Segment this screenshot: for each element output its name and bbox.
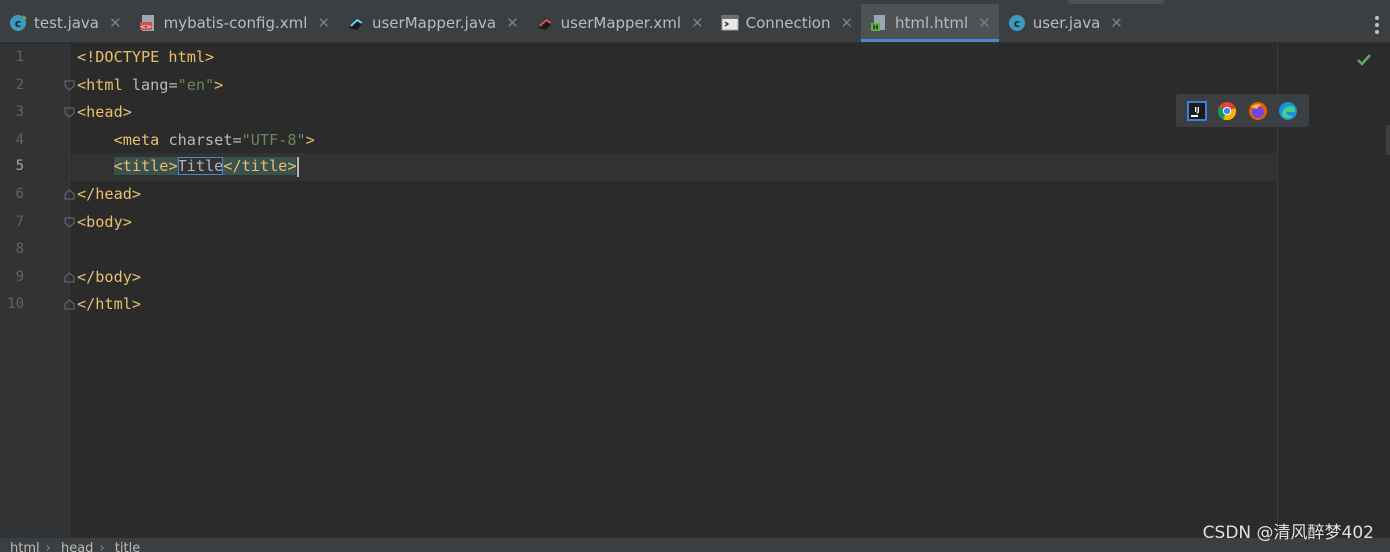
string-token: "en": [177, 75, 215, 94]
java-class-icon: c: [9, 14, 27, 32]
code-text[interactable]: <body>: [77, 209, 132, 237]
tab-mybatis-config-xml[interactable]: <> mybatis-config.xml ✕: [130, 4, 338, 42]
firefox-icon[interactable]: [1248, 101, 1268, 121]
line-number: 4: [15, 131, 24, 148]
breadcrumb: html › head › title: [0, 538, 1390, 552]
close-icon[interactable]: ✕: [506, 14, 519, 32]
fold-marker-icon[interactable]: [64, 107, 75, 118]
text-caret: [297, 156, 300, 177]
more-tabs-icon[interactable]: [1374, 16, 1380, 34]
tab-label: Connection: [745, 14, 831, 32]
intellij-icon[interactable]: IJ: [1187, 100, 1208, 121]
close-icon[interactable]: ✕: [978, 14, 991, 32]
console-icon: [721, 14, 739, 32]
code-text[interactable]: </body>: [77, 264, 141, 292]
line-number: 10: [7, 296, 24, 312]
tab-label: user.java: [1032, 14, 1101, 32]
tag-token: <meta: [113, 130, 169, 149]
line-number: 8: [15, 241, 24, 257]
breadcrumb-separator: ›: [45, 541, 51, 552]
fold-end-marker-icon[interactable]: [64, 271, 75, 283]
close-icon[interactable]: ✕: [317, 14, 330, 32]
code-line-current[interactable]: 5 <title>Title</title>: [0, 153, 1390, 181]
edge-icon[interactable]: [1278, 101, 1298, 121]
code-text[interactable]: </head>: [77, 181, 141, 209]
code-text[interactable]: <title>Title</title>: [77, 153, 300, 181]
editor-tab-bar: c test.java ✕ <> mybatis-config.xml ✕ us…: [0, 4, 1390, 43]
tab-user-java[interactable]: c user.java ✕: [999, 4, 1131, 42]
doctype-token: <!DOCTYPE html>: [77, 48, 215, 66]
fold-end-marker-icon[interactable]: [64, 299, 75, 310]
breadcrumb-item-html[interactable]: html: [10, 541, 40, 552]
code-line[interactable]: 4 <meta charset="UTF-8">: [0, 127, 1390, 155]
close-icon[interactable]: ✕: [840, 14, 853, 32]
line-number: 2: [15, 76, 24, 93]
code-line[interactable]: 10 </html>: [0, 291, 1390, 319]
code-line[interactable]: 8: [0, 236, 1390, 264]
string-token: "UTF-8": [241, 130, 306, 149]
attr-token: lang=: [131, 75, 178, 94]
line-number: 9: [15, 268, 24, 285]
breadcrumb-item-head[interactable]: head: [61, 541, 93, 552]
svg-text:c: c: [15, 17, 22, 30]
tag-token: <head>: [77, 103, 132, 121]
tag-token: >: [305, 130, 315, 149]
line-number: 3: [15, 104, 24, 120]
tag-token: </html>: [77, 295, 142, 313]
svg-text:<>: <>: [140, 23, 152, 31]
code-line[interactable]: 1 <!DOCTYPE html>: [0, 44, 1390, 72]
breadcrumb-separator: ›: [99, 541, 105, 552]
java-class-icon: c: [1008, 14, 1026, 32]
code-text[interactable]: <!DOCTYPE html>: [77, 44, 214, 72]
close-icon[interactable]: ✕: [1110, 14, 1123, 32]
xml-file-icon: <>: [139, 14, 157, 32]
code-line[interactable]: 9 </body>: [0, 264, 1390, 292]
tab-label: userMapper.xml: [560, 14, 682, 32]
svg-text:c: c: [1013, 17, 1020, 30]
code-line[interactable]: 6 </head>: [0, 181, 1390, 209]
code-text[interactable]: <html lang="en">: [77, 72, 223, 100]
matched-tag-token: </title>: [223, 157, 297, 175]
chrome-icon[interactable]: [1217, 101, 1237, 121]
fold-marker-icon[interactable]: [64, 217, 75, 228]
close-icon[interactable]: ✕: [691, 14, 704, 32]
line-number: 5: [15, 158, 24, 174]
tag-token: <body>: [77, 212, 132, 231]
line-number: 7: [15, 213, 24, 230]
tag-token: <html: [77, 75, 132, 94]
svg-text:IJ: IJ: [1195, 106, 1200, 114]
tab-html-html[interactable]: H html.html ✕: [861, 4, 999, 42]
line-number: 1: [15, 49, 24, 65]
text-token: Title: [177, 157, 224, 175]
tab-label: test.java: [34, 14, 100, 32]
svg-text:H: H: [873, 24, 879, 32]
tab-usermapper-java[interactable]: userMapper.java ✕: [338, 4, 527, 42]
tag-token: </body>: [77, 267, 142, 286]
tag-token: </head>: [77, 185, 142, 203]
matched-tag-token: <title>: [113, 157, 178, 175]
code-text[interactable]: </html>: [77, 291, 141, 319]
fold-marker-icon[interactable]: [64, 80, 75, 91]
code-text[interactable]: <meta charset="UTF-8">: [77, 127, 315, 155]
tab-label: mybatis-config.xml: [163, 14, 308, 32]
fold-end-marker-icon[interactable]: [64, 189, 75, 200]
tab-label: userMapper.java: [371, 14, 497, 32]
line-number: 6: [15, 186, 24, 202]
html-file-icon: H: [870, 14, 888, 32]
tab-usermapper-xml[interactable]: userMapper.xml ✕: [527, 4, 712, 42]
tab-connection[interactable]: Connection ✕: [712, 4, 861, 42]
watermark-text: CSDN @清风醉梦402: [1202, 523, 1374, 543]
mybatis-mapper-icon: [347, 14, 365, 32]
attr-token: charset=: [168, 130, 242, 149]
tag-token: >: [214, 75, 224, 94]
code-text[interactable]: <head>: [77, 99, 132, 127]
open-in-browser-toolbar: IJ: [1176, 94, 1309, 127]
inspection-ok-check-icon[interactable]: [1356, 52, 1372, 68]
tab-test-java[interactable]: c test.java ✕: [0, 4, 130, 42]
mybatis-xml-icon: [536, 14, 554, 32]
close-icon[interactable]: ✕: [109, 14, 122, 32]
code-line[interactable]: 7 <body>: [0, 209, 1390, 237]
breadcrumb-item-title[interactable]: title: [115, 541, 140, 552]
tab-label: html.html: [895, 14, 969, 32]
